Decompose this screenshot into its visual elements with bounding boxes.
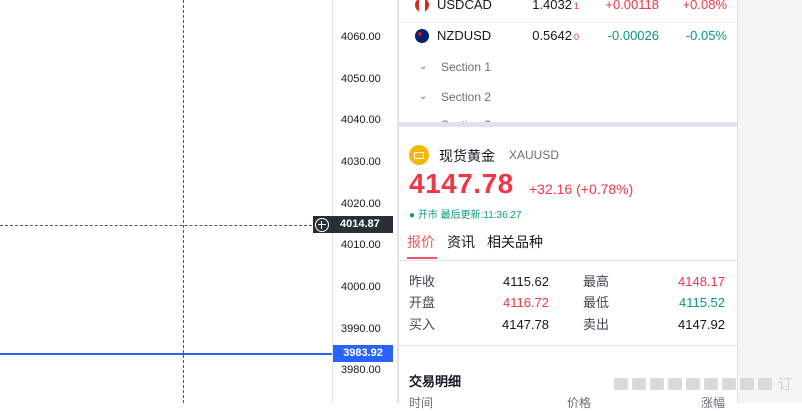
chevron-down-icon: ⌄: [419, 61, 428, 72]
watchlist-symbol: NZDUSD: [437, 28, 492, 43]
usdcad-flag-icon: [415, 0, 429, 12]
quote-label: 买入: [409, 317, 436, 332]
right-toolbar-strip: [737, 0, 802, 403]
section-divider: [399, 345, 737, 346]
axis-tick: 4010.00: [341, 239, 381, 251]
axis-tick: 4050.00: [341, 73, 381, 85]
axis-tick: 3980.00: [341, 364, 381, 376]
watchlist-last: 0.5642 0: [532, 28, 579, 43]
quote-label: 开盘: [409, 295, 436, 310]
quote-value: 4148.17: [678, 274, 725, 289]
watchlist-change: +0.00118: [605, 0, 659, 12]
right-panel: USDCAD 1.4032 1 +0.00118 +0.08% NZDUSD 0.…: [399, 0, 737, 410]
detail-tabs: 报价 资讯 相关品种: [399, 228, 737, 261]
tab-news[interactable]: 资讯: [447, 232, 475, 252]
add-plus-icon[interactable]: [315, 218, 329, 232]
instrument-price: 4147.78: [409, 168, 514, 199]
watchlist-row[interactable]: USDCAD 1.4032 1 +0.00118 +0.08%: [399, 0, 737, 18]
quote-value: 4147.78: [502, 317, 549, 332]
crosshair-price-value: 4014.87: [340, 218, 380, 230]
instrument-change: +32.16 (+0.78%): [529, 181, 634, 197]
watchlist-percent: +0.08%: [682, 0, 727, 12]
quote-value: 4116.72: [502, 295, 549, 310]
watchlist-section-3[interactable]: Section 3: [399, 110, 737, 122]
chart-area[interactable]: [0, 0, 332, 403]
gold-logo-icon: [409, 145, 429, 165]
price-axis[interactable]: 4060.00 4050.00 4040.00 4030.00 4020.00 …: [313, 0, 398, 403]
market-status: ● 开市 最后更新:11:36:27: [409, 210, 522, 221]
active-tab-indicator: [407, 257, 437, 259]
quote-label: 最高: [583, 274, 610, 289]
chevron-down-icon: ⌄: [419, 91, 428, 102]
crosshair-price-label: 4014.87: [313, 216, 393, 233]
watchlist-change: -0.00026: [607, 28, 659, 43]
instrument-name: 现货黄金: [439, 148, 495, 164]
panel-divider[interactable]: [399, 122, 737, 127]
instrument-code: XAUUSD: [509, 148, 560, 162]
trades-title: 交易明细: [409, 374, 462, 389]
crosshair-horizontal: [0, 225, 332, 226]
axis-tick: 4040.00: [341, 114, 381, 126]
watchlist-row[interactable]: NZDUSD 0.5642 0 -0.00026 -0.05%: [399, 22, 737, 49]
quote-value: 4147.92: [678, 317, 725, 332]
watchlist-last: 1.4032 1: [532, 0, 579, 12]
quote-value: 4115.62: [502, 274, 549, 289]
last-price-line: [0, 353, 332, 355]
quote-label: 最低: [583, 295, 610, 310]
axis-tick: 4060.00: [341, 31, 381, 43]
crosshair-vertical: [183, 0, 184, 403]
axis-tick: 4030.00: [341, 156, 381, 168]
watchlist-percent: -0.05%: [685, 28, 727, 43]
watermark-text: 订: [778, 376, 792, 392]
tab-related[interactable]: 相关品种: [487, 232, 543, 252]
axis-tick: 4000.00: [341, 281, 381, 293]
quote-label: 卖出: [583, 317, 610, 332]
watchlist-section-1[interactable]: ⌄ Section 1: [399, 52, 737, 82]
watchlist-symbol: USDCAD: [437, 0, 492, 12]
watchlist-section-2[interactable]: ⌄ Section 2: [399, 82, 737, 112]
axis-tick: 3990.00: [341, 323, 381, 335]
tab-quote[interactable]: 报价: [407, 232, 435, 252]
axis-tick: 4020.00: [341, 198, 381, 210]
watermark: 订: [614, 374, 794, 392]
quote-label: 昨收: [409, 274, 436, 289]
last-price-label: 3983.92: [333, 345, 393, 362]
nzdusd-flag-icon: [415, 29, 429, 43]
quote-value: 4115.52: [678, 295, 725, 310]
